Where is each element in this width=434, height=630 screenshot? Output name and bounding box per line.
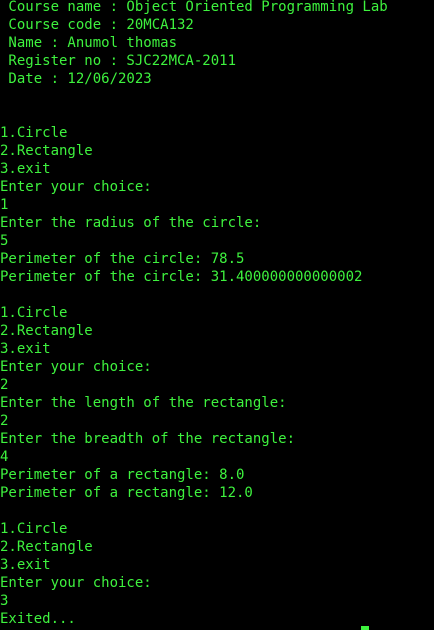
terminal-line: Perimeter of a rectangle: 12.0: [0, 485, 253, 501]
terminal-line: 2: [0, 377, 9, 393]
terminal-line: Enter your choice:: [0, 575, 152, 591]
terminal-line: 3.exit: [0, 161, 51, 177]
terminal-line: Perimeter of the circle: 31.400000000000…: [0, 269, 363, 285]
terminal-line: 3.exit: [0, 341, 51, 357]
terminal-line: Enter your choice:: [0, 179, 152, 195]
terminal-line: Enter the radius of the circle:: [0, 215, 262, 231]
terminal-line: Course code : 20MCA132: [0, 17, 194, 33]
terminal-window[interactable]: Course name : Object Oriented Programmin…: [0, 0, 434, 630]
terminal-line: Perimeter of a rectangle: 8.0: [0, 467, 245, 483]
terminal-line: Perimeter of the circle: 78.5: [0, 251, 245, 267]
terminal-line: 1.Circle: [0, 305, 68, 321]
terminal-line: 3.exit: [0, 557, 51, 573]
terminal-line: 4: [0, 449, 9, 465]
terminal-line: 2.Rectangle: [0, 323, 93, 339]
terminal-line: Enter the length of the rectangle:: [0, 395, 287, 411]
terminal-line: 2.Rectangle: [0, 143, 93, 159]
terminal-line: Exited...: [0, 611, 76, 627]
terminal-line: Enter your choice:: [0, 359, 152, 375]
terminal-line: Course name : Object Oriented Programmin…: [0, 0, 388, 15]
terminal-line: Date : 12/06/2023: [0, 71, 152, 87]
terminal-line: 5: [0, 233, 9, 249]
terminal-line: 1.Circle: [0, 521, 68, 537]
terminal-line: 2.Rectangle: [0, 539, 93, 555]
terminal-line: Register no : SJC22MCA-2011: [0, 53, 237, 69]
terminal-line: 2: [0, 413, 9, 429]
terminal-line: 3: [0, 593, 9, 609]
terminal-line: 1: [0, 197, 9, 213]
terminal-line: 1.Circle: [0, 125, 68, 141]
text-cursor: [361, 626, 369, 630]
terminal-line: Enter the breadth of the rectangle:: [0, 431, 296, 447]
terminal-line: Name : Anumol thomas: [0, 35, 178, 51]
